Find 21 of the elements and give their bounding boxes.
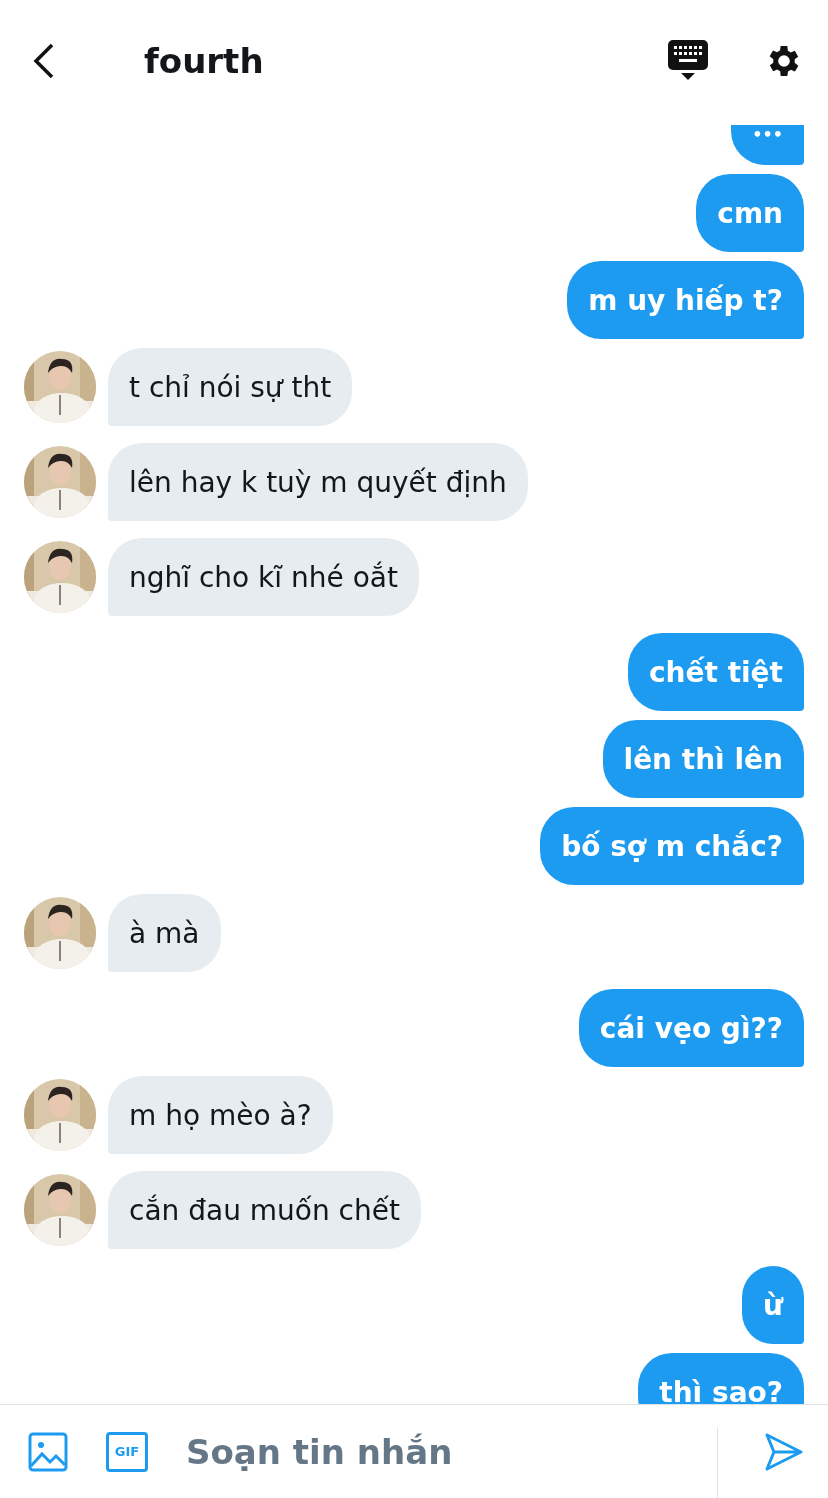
message-input[interactable]: Soạn tin nhắn <box>184 1420 717 1483</box>
received-message: cắn đau muốn chết <box>108 1171 421 1249</box>
received-message: nghĩ cho kĩ nhé oắt <box>108 538 419 616</box>
sent-message: lên thì lên <box>602 720 804 798</box>
sent-message: m uy hiếp t? <box>567 261 804 339</box>
received-message: lên hay k tuỳ m quyết định <box>108 443 528 521</box>
gif-button[interactable]: GIF <box>106 1431 148 1472</box>
sent-message: thì sao? <box>638 1353 804 1404</box>
image-icon[interactable] <box>28 1431 68 1472</box>
sent-message: cái vẹo gì?? <box>578 989 804 1067</box>
sent-message: ••• <box>731 125 804 165</box>
sent-message: cmn <box>696 174 804 252</box>
received-message: m họ mèo à? <box>108 1076 333 1154</box>
sent-message: bố sợ m chắc? <box>540 807 804 885</box>
sent-message: chết tiệt <box>628 633 804 711</box>
sent-message: ừ <box>742 1266 804 1344</box>
chat-title: fourth <box>144 40 264 81</box>
received-message: à mà <box>108 894 221 972</box>
send-icon[interactable] <box>764 1431 804 1472</box>
keyboard-icon[interactable] <box>668 39 708 82</box>
received-message: t chỉ nói sự tht <box>108 348 353 426</box>
